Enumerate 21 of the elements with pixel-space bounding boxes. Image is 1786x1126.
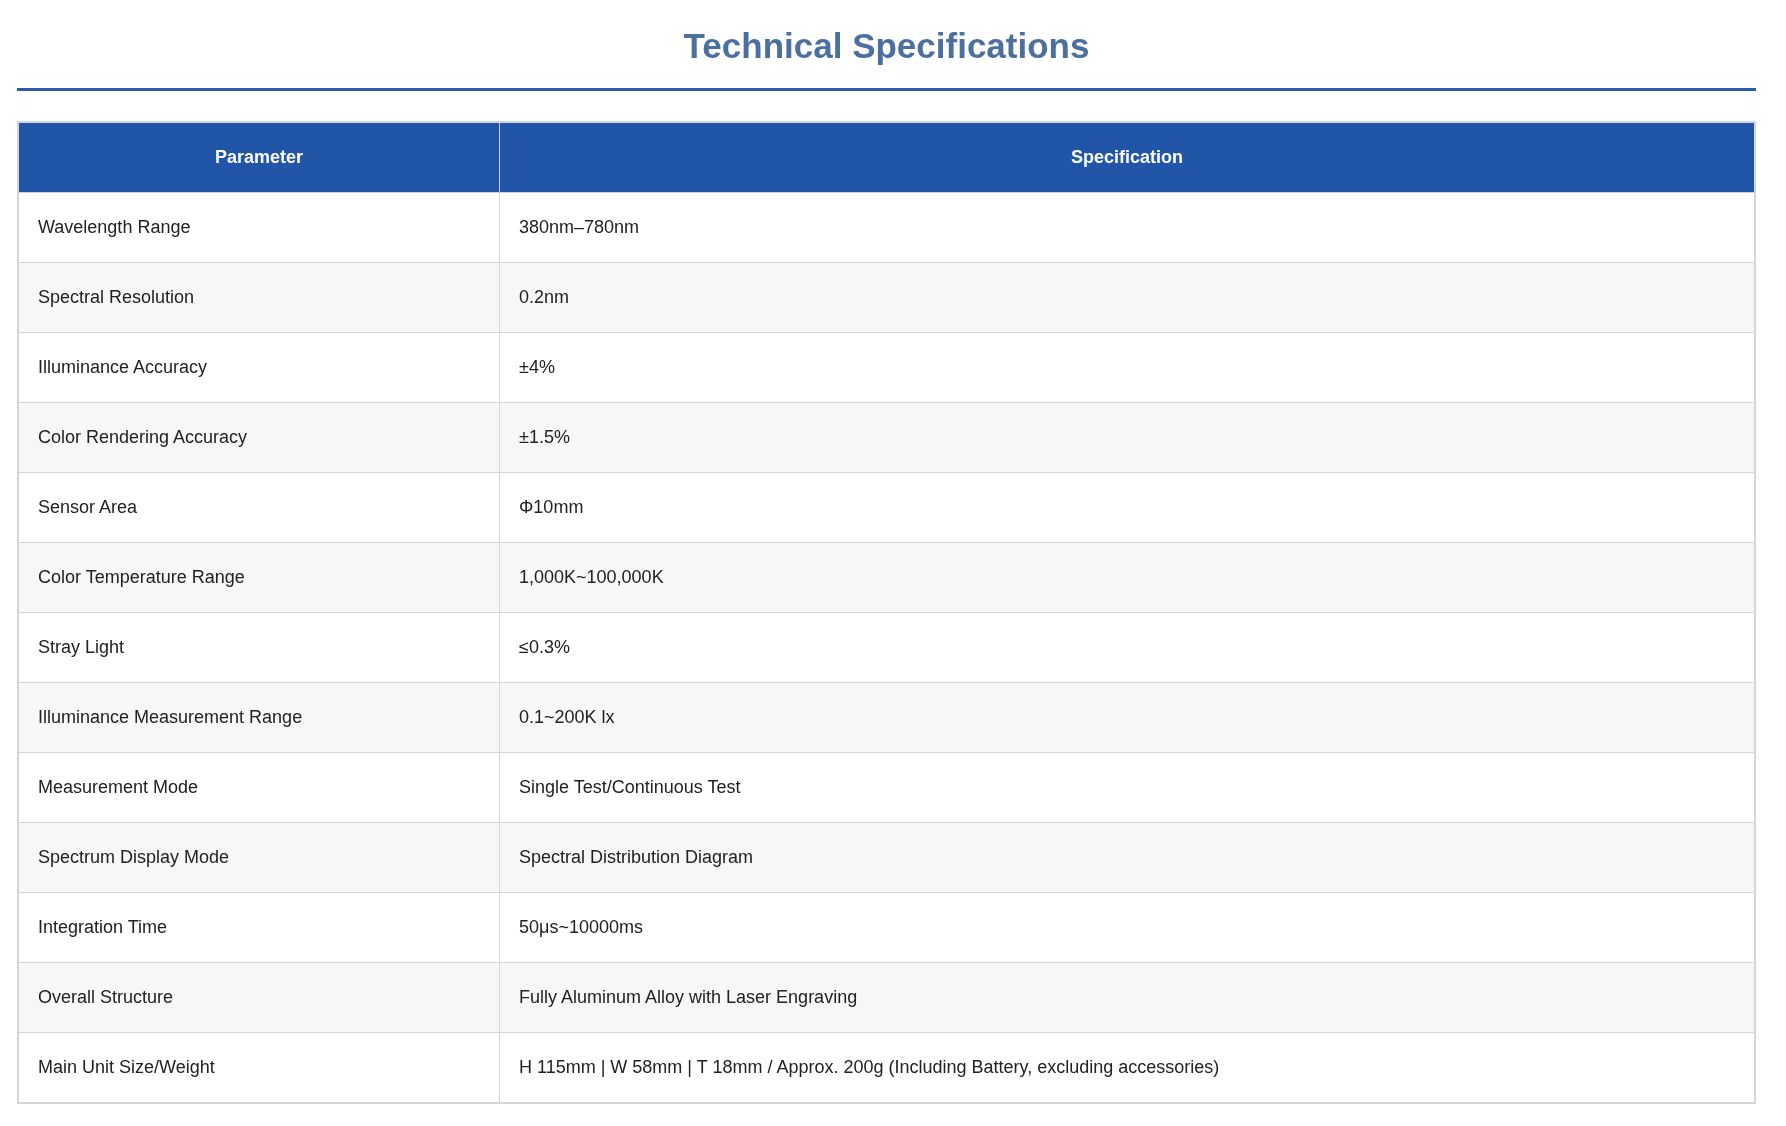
page-title: Technical Specifications	[682, 25, 1091, 67]
column-header: Parameter	[18, 122, 500, 193]
table-cell: Spectrum Display Mode	[18, 822, 500, 893]
table-cell: 0.1~200K lx	[499, 682, 1755, 753]
table-cell: Stray Light	[18, 612, 500, 683]
table-cell: Color Rendering Accuracy	[18, 402, 500, 473]
table-cell: Integration Time	[18, 892, 500, 963]
table-cell: 1,000K~100,000K	[499, 542, 1755, 613]
table-cell: Overall Structure	[18, 962, 500, 1033]
table-cell: Illuminance Measurement Range	[18, 682, 500, 753]
table-cell: Wavelength Range	[18, 192, 500, 263]
table-cell: Fully Aluminum Alloy with Laser Engraving	[499, 962, 1755, 1033]
table-cell: Spectral Distribution Diagram	[499, 822, 1755, 893]
table-cell: Sensor Area	[18, 472, 500, 543]
table-cell: Measurement Mode	[18, 752, 500, 823]
table-cell: 0.2nm	[499, 262, 1755, 333]
column-header: Specification	[499, 122, 1755, 193]
table-cell: Illuminance Accuracy	[18, 332, 500, 403]
table-cell: ±1.5%	[499, 402, 1755, 473]
table-cell: Color Temperature Range	[18, 542, 500, 613]
table-cell: Spectral Resolution	[18, 262, 500, 333]
